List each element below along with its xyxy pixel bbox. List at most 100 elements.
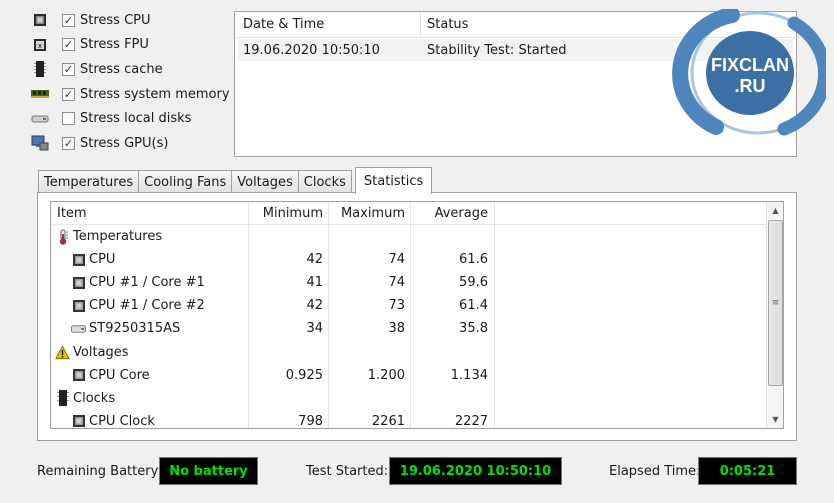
row-min-value: [249, 225, 329, 249]
col-max-header[interactable]: Maximum: [329, 202, 411, 224]
stress-option-stress-fpu[interactable]: x ✓ Stress FPU: [30, 33, 230, 58]
table-row[interactable]: CPU #1 / Core #2 42 73 61.4: [51, 294, 783, 318]
stress-option-stress-local-disks[interactable]: Stress local disks: [30, 106, 230, 131]
row-avg-value: 35.8: [411, 317, 495, 341]
cpu-icon: [30, 12, 50, 28]
table-row[interactable]: CPU Core 0.925 1.200 1.134: [51, 363, 783, 387]
row-avg-value: 2227: [411, 409, 495, 428]
col-avg-header[interactable]: Average: [411, 202, 495, 224]
stress-options: ✓ Stress CPU x ✓ Stress FPU ✓ Stress cache ✓ Str…: [30, 8, 230, 156]
stress-gpu-s-checkbox[interactable]: ✓: [62, 136, 75, 150]
group-row-voltages[interactable]: Voltages: [51, 340, 783, 364]
row-avg-value: 61.4: [411, 294, 495, 318]
elapsed-time-label: Elapsed Time:: [609, 464, 701, 479]
row-item-name: CPU Core: [89, 367, 150, 383]
row-item-name: ST9250315AS: [89, 321, 181, 337]
chip-icon: [71, 368, 86, 382]
chip-icon: [71, 276, 86, 290]
battery-label: Remaining Battery:: [37, 464, 162, 479]
stress-local-disks-checkbox[interactable]: [62, 112, 75, 126]
table-row[interactable]: CPU #1 / Core #1 41 74 59.6: [51, 271, 783, 295]
scroll-thumb[interactable]: ≡: [768, 220, 783, 386]
stress-cpu-checkbox[interactable]: ✓: [62, 13, 75, 27]
row-item-name: CPU #1 / Core #1: [89, 275, 205, 291]
memory-icon: [30, 86, 50, 102]
row-max-value: 74: [329, 248, 411, 272]
log-header-date[interactable]: Date & Time: [235, 12, 421, 37]
stress-option-stress-gpu-s[interactable]: ✓ Stress GPU(s): [30, 131, 230, 156]
battery-display: No battery: [159, 457, 258, 485]
stress-option-label: Stress CPU: [80, 12, 151, 28]
row-max-value: 74: [329, 271, 411, 295]
stress-option-stress-system-memory[interactable]: ✓ Stress system memory: [30, 82, 230, 107]
scroll-down-icon[interactable]: ▼: [767, 411, 783, 428]
stress-cache-checkbox[interactable]: ✓: [62, 62, 75, 76]
row-min-value: 42: [249, 294, 329, 318]
row-max-value: 38: [329, 317, 411, 341]
statistics-table[interactable]: Item Minimum Maximum Average Temperature…: [50, 201, 784, 429]
chip-icon: [71, 299, 86, 313]
stress-option-stress-cache[interactable]: ✓ Stress cache: [30, 57, 230, 82]
fpu-icon: x: [30, 37, 50, 53]
row-item-name: CPU Clock: [89, 413, 155, 429]
thermometer-icon: [55, 229, 70, 245]
grip-icon: ≡: [771, 298, 780, 308]
log-date: 19.06.2020 10:50:10: [243, 42, 380, 58]
row-max-value: [329, 225, 411, 249]
table-row[interactable]: CPU Clock 798 2261 2227: [51, 409, 783, 429]
vertical-scrollbar[interactable]: ▲ ≡ ▼: [766, 202, 783, 428]
tab-voltages[interactable]: Voltages: [231, 170, 299, 193]
row-item-name: CPU #1 / Core #2: [89, 298, 205, 314]
group-row-clocks[interactable]: Clocks: [51, 386, 783, 410]
statistics-header: Item Minimum Maximum Average: [51, 202, 783, 225]
row-min-value: 798: [249, 409, 329, 428]
row-item-name: Clocks: [73, 390, 116, 406]
group-row-temperatures[interactable]: Temperatures: [51, 225, 783, 249]
log-header: Date & Time Status: [235, 12, 796, 38]
col-item-header[interactable]: Item: [51, 202, 249, 224]
gpu-icon: [30, 135, 50, 151]
chip-icon: [71, 414, 86, 428]
tab-cooling-fans[interactable]: Cooling Fans: [138, 170, 233, 193]
warning-icon: [55, 344, 70, 359]
stress-option-label: Stress FPU: [80, 37, 149, 53]
status-log[interactable]: Date & Time Status 19.06.2020 10:50:10 St…: [234, 11, 797, 157]
stress-fpu-checkbox[interactable]: ✓: [62, 38, 75, 52]
cache-icon: [30, 61, 50, 78]
table-row[interactable]: ST9250315AS 34 38 35.8: [51, 317, 783, 341]
log-status: Stability Test: Started: [427, 42, 567, 58]
hdd-icon: [71, 322, 86, 336]
stress-option-label: Stress local disks: [80, 111, 192, 127]
log-row[interactable]: 19.06.2020 10:50:10 Stability Test: Start…: [238, 39, 793, 61]
stress-option-label: Stress GPU(s): [80, 135, 169, 151]
tab-clocks[interactable]: Clocks: [297, 170, 352, 193]
row-min-value: 0.925: [249, 363, 329, 387]
row-avg-value: [411, 225, 495, 249]
col-min-header[interactable]: Minimum: [249, 202, 329, 224]
row-item-name: Voltages: [73, 344, 129, 360]
row-avg-value: 59.6: [411, 271, 495, 295]
statistics-panel: Item Minimum Maximum Average Temperature…: [37, 192, 797, 441]
row-min-value: [249, 340, 329, 364]
clock-chip-icon: [55, 390, 70, 407]
stress-option-label: Stress cache: [80, 61, 163, 77]
row-avg-value: [411, 386, 495, 410]
table-row[interactable]: CPU 42 74 61.6: [51, 248, 783, 272]
scroll-up-icon[interactable]: ▲: [767, 202, 783, 219]
row-min-value: [249, 386, 329, 410]
row-avg-value: [411, 340, 495, 364]
stress-system-memory-checkbox[interactable]: ✓: [62, 87, 75, 101]
row-item-name: CPU: [89, 252, 116, 268]
row-min-value: 34: [249, 317, 329, 341]
row-min-value: 41: [249, 271, 329, 295]
tab-temperatures[interactable]: Temperatures: [38, 170, 140, 193]
test-started-label: Test Started:: [306, 464, 389, 479]
log-header-status[interactable]: Status: [421, 17, 468, 32]
row-max-value: [329, 386, 411, 410]
svg-text:x: x: [38, 42, 42, 50]
stress-option-stress-cpu[interactable]: ✓ Stress CPU: [30, 8, 230, 33]
row-max-value: [329, 340, 411, 364]
tab-strip: Temperatures Cooling Fans Voltages Clocks St…: [38, 167, 433, 194]
tab-statistics[interactable]: Statistics: [354, 167, 433, 194]
row-max-value: 2261: [329, 409, 411, 428]
